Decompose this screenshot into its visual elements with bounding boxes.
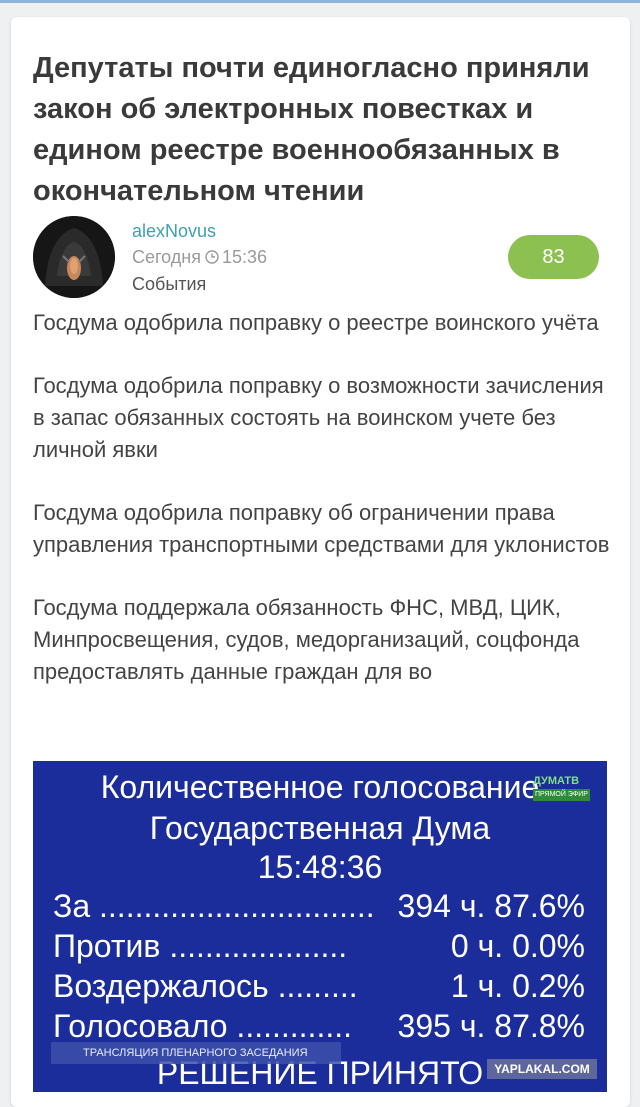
vote-row-value: 395 ч. 87.8%: [397, 1008, 585, 1044]
post-category[interactable]: События: [132, 274, 206, 295]
vote-row-value: 1 ч. 0.2%: [450, 968, 585, 1004]
vote-row-label: Голосовало .............: [53, 1008, 352, 1044]
channel-logo-text: ДУМАТВ: [533, 775, 580, 787]
site-watermark: YAPLAKAL.COM: [487, 1059, 597, 1079]
vote-row-label: Воздержалось .........: [53, 968, 358, 1004]
clock-icon: [205, 248, 219, 264]
avatar[interactable]: [33, 216, 115, 298]
post-date: Сегодня 15:36: [132, 247, 267, 268]
vote-row-value: 0 ч. 0.0%: [450, 928, 585, 964]
rating-badge[interactable]: 83: [508, 235, 599, 279]
channel-live-label: ПРЯМОЙ ЭФИР: [533, 789, 590, 801]
body-paragraph: Госдума одобрила поправку об ограничении…: [33, 500, 610, 557]
time-label: 15:36: [222, 247, 268, 267]
body-paragraph: Госдума одобрила поправку о реестре воин…: [33, 310, 599, 335]
vote-row-label: За ...............................: [53, 888, 375, 924]
vote-row-abstained: Воздержалось ......... 1 ч. 0.2%: [53, 968, 585, 1004]
vote-heading: Количественное голосование: [100, 769, 540, 805]
vote-row-voted: Голосовало ............. 395 ч. 87.8%: [53, 1008, 585, 1044]
vote-result-image[interactable]: Количественное голосование ДУМАТВ ПРЯМОЙ…: [33, 761, 607, 1092]
vote-row-against: Против .................... 0 ч. 0.0%: [53, 928, 585, 964]
vote-row-value: 394 ч. 87.6%: [397, 888, 585, 924]
broadcast-banner: ТРАНСЛЯЦИЯ ПЛЕНАРНОГО ЗАСЕДАНИЯ: [51, 1042, 341, 1064]
post-body: Госдума одобрила поправку о реестре воин…: [33, 307, 613, 719]
date-label: Сегодня: [132, 247, 201, 267]
vote-row-label: Против ....................: [53, 928, 348, 964]
top-accent-bar: [0, 0, 640, 3]
avatar-image: [33, 216, 115, 298]
vote-time: 15:48:36: [257, 849, 383, 885]
body-paragraph: Госдума поддержала обязанность ФНС, МВД,…: [33, 595, 580, 684]
vote-row-for: За ............................... 394 ч…: [53, 888, 585, 924]
body-paragraph: Госдума одобрила поправку о возможности …: [33, 373, 604, 462]
channel-logo: ДУМАТВ ПРЯМОЙ ЭФИР: [533, 775, 593, 803]
author-name[interactable]: alexNovus: [132, 221, 216, 242]
post-title[interactable]: Депутаты почти единогласно приняли закон…: [33, 48, 613, 212]
vote-body: Государственная Дума: [149, 810, 491, 846]
